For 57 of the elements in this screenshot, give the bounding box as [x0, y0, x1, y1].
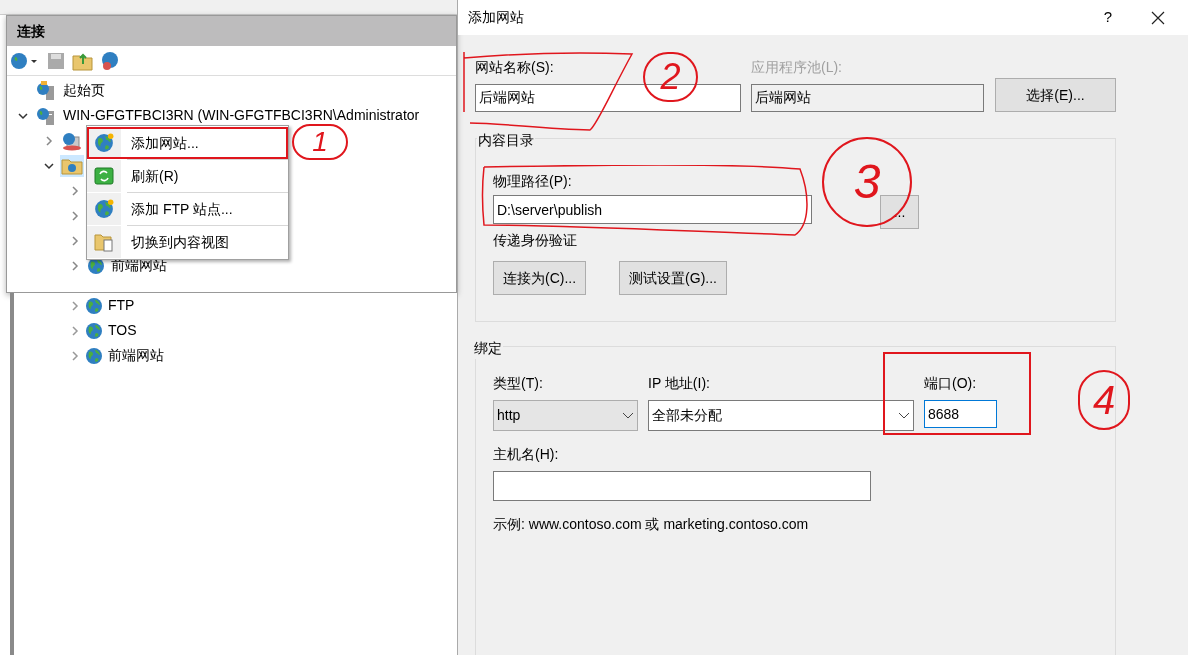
help-button[interactable]: ? [1088, 6, 1128, 29]
server-pool-icon [61, 130, 83, 151]
field-label: 端口(O): [924, 374, 978, 393]
server-globe-icon [35, 105, 57, 126]
type-dropdown[interactable]: http [493, 400, 638, 431]
field-label: 类型(T): [493, 374, 544, 393]
dialog-button[interactable]: 连接为(C)... [493, 261, 587, 295]
host-name-field[interactable] [493, 471, 871, 501]
tree-item[interactable]: 前端网站 [108, 345, 164, 366]
tree-item[interactable]: FTP [108, 295, 135, 316]
expand-chevron-icon[interactable] [44, 135, 54, 146]
window-title: 添加网站 [468, 8, 525, 27]
port-field[interactable]: 8688 [924, 400, 997, 428]
refresh-icon [94, 167, 114, 185]
menu-item[interactable]: 切换到内容视图 [87, 226, 288, 258]
annotation-number: 2 [643, 52, 698, 102]
menu-item[interactable]: 添加网站... [87, 127, 288, 159]
tree-item[interactable]: 起始页 [63, 80, 105, 101]
expand-chevron-icon[interactable] [70, 185, 80, 196]
save-icon[interactable] [46, 50, 66, 71]
field-label: IP 地址(I): [648, 374, 711, 393]
close-icon [1151, 10, 1165, 25]
dialog-button[interactable]: 测试设置(G)... [619, 261, 727, 295]
expand-chevron-icon[interactable] [70, 300, 80, 311]
menu-item[interactable]: 刷新(R) [87, 160, 288, 192]
dropdown-chevron-icon [898, 411, 910, 420]
dropdown-chevron-icon [622, 411, 634, 420]
expand-chevron-icon[interactable] [70, 350, 80, 361]
collapse-chevron-icon[interactable] [44, 160, 54, 171]
browse-button[interactable]: ... [880, 195, 919, 229]
globe-icon [85, 321, 103, 340]
globe-icon [85, 296, 103, 315]
field-label: 传递身份验证 [493, 232, 577, 248]
example-text: 示例: www.contoso.com 或 marketing.contoso.com [493, 516, 809, 532]
field-label: 物理路径(P): [493, 173, 572, 189]
annotation-number: 1 [292, 124, 348, 160]
tree-item[interactable]: TOS [108, 320, 137, 341]
globe-icon [85, 346, 103, 365]
expand-chevron-icon[interactable] [70, 235, 80, 246]
menu-item[interactable]: 添加 FTP 站点... [87, 193, 288, 225]
folder-document-icon [94, 232, 114, 252]
server-globe-icon [35, 80, 57, 101]
panel-title: 连接 [17, 21, 45, 41]
expand-chevron-icon[interactable] [70, 260, 80, 271]
collapse-chevron-icon[interactable] [18, 110, 28, 121]
globe-dropdown-icon[interactable] [10, 50, 40, 71]
expand-chevron-icon[interactable] [70, 210, 80, 221]
annotation-number: 4 [1078, 370, 1130, 430]
ip-address-dropdown[interactable]: 全部未分配 [648, 400, 914, 431]
expand-chevron-icon[interactable] [70, 325, 80, 336]
group-title: 绑定 [473, 338, 503, 359]
select-button[interactable]: 选择(E)... [995, 78, 1116, 112]
physical-path-field[interactable]: D:\server\publish [493, 195, 812, 224]
field-label: 应用程序池(L): [751, 58, 843, 77]
tree-item[interactable]: WIN-GFGTFBCI3RN (WIN-GFGTFBCI3RN\Administrator [63, 105, 420, 126]
field-label: 网站名称(S): [475, 58, 554, 77]
field-label: 主机名(H): [493, 445, 560, 464]
